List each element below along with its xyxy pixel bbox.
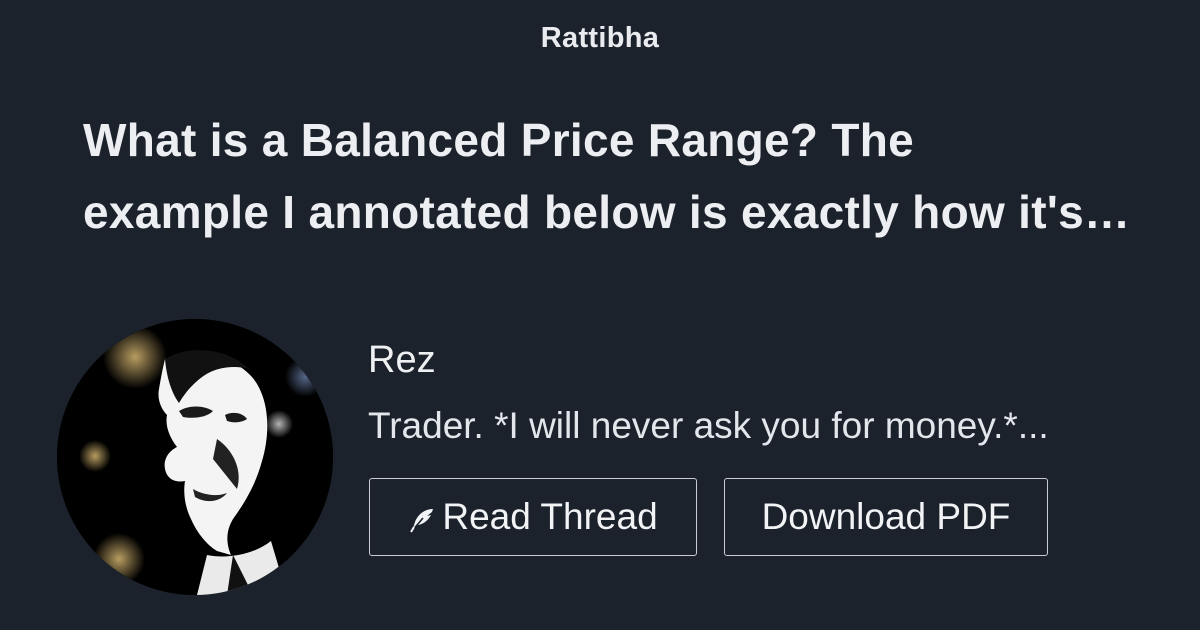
author-avatar [57, 319, 333, 595]
thread-title: What is a Balanced Price Range? The exam… [83, 104, 1168, 248]
read-thread-button[interactable]: Read Thread [369, 478, 697, 556]
thread-title-line-1: What is a Balanced Price Range? The [83, 114, 915, 166]
read-thread-label: Read Thread [442, 496, 658, 537]
avatar-portrait-image [57, 319, 333, 595]
feather-icon [408, 506, 436, 534]
download-pdf-label: Download PDF [761, 496, 1011, 537]
author-name[interactable]: Rez [368, 337, 436, 383]
download-pdf-button[interactable]: Download PDF [724, 478, 1048, 556]
site-brand: Rattibha [540, 22, 660, 54]
author-bio: Trader. *I will never ask you for money.… [368, 405, 1049, 446]
thread-title-line-2: example I annotated below is exactly how… [83, 186, 1131, 238]
